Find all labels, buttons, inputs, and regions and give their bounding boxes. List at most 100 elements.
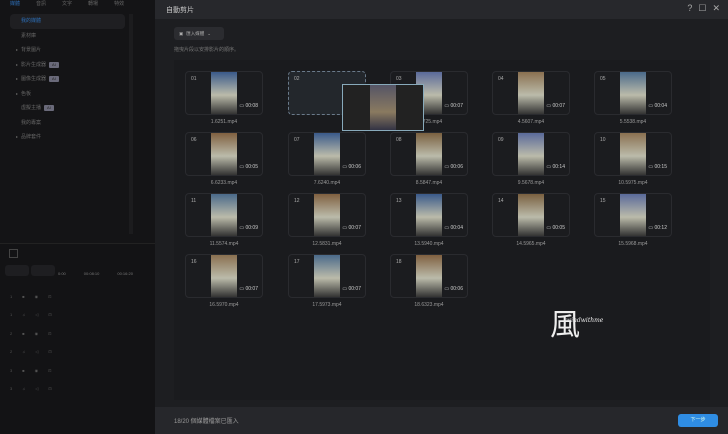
clip-number: 11 xyxy=(191,198,197,204)
track-number: 3 xyxy=(10,386,13,391)
clip-duration: ▭ 00:07 xyxy=(546,103,565,109)
close-icon[interactable]: ✕ xyxy=(712,3,720,14)
audio-track-icon: ♫ xyxy=(22,386,26,391)
sidebar-scrollbar[interactable] xyxy=(129,14,133,234)
dragged-clip[interactable] xyxy=(342,84,424,131)
clip-card[interactable]: 10 ▭ 00:15 xyxy=(594,132,672,176)
clip-card[interactable]: 08 ▭ 00:06 xyxy=(390,132,468,176)
track-header[interactable]: 2 ♫ ◁ ⊡ xyxy=(3,343,55,361)
clip-number: 04 xyxy=(498,76,504,82)
visibility-icon[interactable]: ◉ xyxy=(35,294,39,299)
clip-card[interactable]: 01 ▭ 00:08 xyxy=(185,71,263,115)
clip-card[interactable]: 11 ▭ 00:09 xyxy=(185,193,263,237)
clip-thumbnail xyxy=(314,194,340,236)
duration-text: 00:15 xyxy=(654,164,667,170)
sidebar-item[interactable]: 虛擬主播 AI xyxy=(5,101,125,116)
duration-text: 00:05 xyxy=(245,164,258,170)
visibility-icon[interactable]: ◉ xyxy=(35,331,39,336)
clip-filename: 10.5975.mp4 xyxy=(618,180,648,186)
clip-card[interactable]: 07 ▭ 00:06 xyxy=(288,132,366,176)
clip-card[interactable]: 04 ▭ 00:07 xyxy=(492,71,570,115)
clip-number: 06 xyxy=(191,137,197,143)
sidebar-item[interactable]: 素材庫 xyxy=(5,29,125,44)
tab[interactable]: 文字 xyxy=(62,0,72,10)
sidebar-item[interactable]: 我的專案 xyxy=(5,116,125,131)
sidebar-item[interactable]: ▸ 色板 xyxy=(5,87,125,102)
lock-icon[interactable]: ⊡ xyxy=(48,349,51,354)
sidebar-item[interactable]: ▸ 圖像生成器 AI xyxy=(5,72,125,87)
split-button[interactable] xyxy=(31,265,55,276)
lock-icon[interactable]: ⊡ xyxy=(48,331,51,336)
expand-arrow-icon: ▸ xyxy=(16,47,19,52)
track-header[interactable]: 3 ■ ◉ ⊡ xyxy=(3,361,55,379)
time-tick: 0:00 xyxy=(58,271,66,276)
import-status: 18/20 個媒體檔案已匯入 xyxy=(174,419,239,425)
sidebar-item[interactable]: ▸ 影片生成器 AI xyxy=(5,58,125,73)
visibility-icon[interactable]: ◉ xyxy=(35,368,39,373)
import-media-button[interactable]: ▣ 匯入媒體 ⌄ xyxy=(174,27,224,40)
track-header[interactable]: 1 ■ ◉ ⊡ xyxy=(3,287,55,305)
track-settings-button[interactable] xyxy=(5,265,29,276)
clip-card[interactable]: 12 ▭ 00:07 xyxy=(288,193,366,237)
clip-thumbnail xyxy=(620,194,646,236)
tab[interactable]: 特效 xyxy=(114,0,124,10)
media-tabs: 媒體 音訊 文字 轉場 特效 xyxy=(0,0,155,10)
next-button[interactable]: 下一步 xyxy=(678,414,718,427)
clip-card[interactable]: 16 ▭ 00:07 xyxy=(185,254,263,298)
tab[interactable]: 轉場 xyxy=(88,0,98,10)
duration-text: 00:07 xyxy=(450,103,463,109)
clip-filename: 14.5965.mp4 xyxy=(516,241,546,247)
clip-thumbnail xyxy=(211,72,237,114)
clip-filename: 4.5607.mp4 xyxy=(517,119,545,125)
clip-filename: 5.5538.mp4 xyxy=(619,119,647,125)
chevron-down-icon: ⌄ xyxy=(207,30,212,36)
track-header[interactable]: 1 ♫ ◁ ⊡ xyxy=(3,306,55,324)
mute-icon[interactable]: ◁ xyxy=(35,349,38,354)
help-icon[interactable]: ? xyxy=(687,3,692,14)
track-number: 1 xyxy=(10,293,13,299)
clip-card[interactable]: 05 ▭ 00:04 xyxy=(594,71,672,115)
track-header[interactable]: 3 ♫ ◁ ⊡ xyxy=(3,380,55,398)
maximize-icon[interactable]: ☐ xyxy=(698,3,706,14)
dialog-title: 自動剪片 xyxy=(166,6,194,14)
sidebar-item[interactable]: ▸ 背景圖片 xyxy=(5,43,125,58)
duration-text: 00:08 xyxy=(245,103,258,109)
sidebar-item-label: 我的專案 xyxy=(21,119,42,126)
track-header[interactable]: 2 ■ ◉ ⊡ xyxy=(3,324,55,342)
watermark-logo: 風 windwithme xyxy=(550,308,604,343)
lock-icon[interactable]: ⊡ xyxy=(48,294,51,299)
sidebar-item[interactable]: ▸ 品牌套件 xyxy=(5,130,125,145)
tab[interactable]: 媒體 xyxy=(10,0,20,10)
video-track-icon: ■ xyxy=(22,330,25,336)
clip-card[interactable]: 17 ▭ 00:07 xyxy=(288,254,366,298)
lock-icon[interactable]: ⊡ xyxy=(48,368,51,373)
clip-card[interactable]: 06 ▭ 00:05 xyxy=(185,132,263,176)
mute-icon[interactable]: ◁ xyxy=(35,312,38,317)
clip-thumbnail xyxy=(620,133,646,175)
clip-card[interactable]: 14 ▭ 00:05 xyxy=(492,193,570,237)
clip-filename: 6.6233.mp4 xyxy=(210,180,238,186)
lock-icon[interactable]: ⊡ xyxy=(48,386,51,391)
duration-text: 00:07 xyxy=(348,225,361,231)
lock-icon[interactable]: ⊡ xyxy=(48,312,51,317)
duration-text: 00:12 xyxy=(654,225,667,231)
clip-card[interactable]: 15 ▭ 00:12 xyxy=(594,193,672,237)
clip-card[interactable]: 13 ▭ 00:04 xyxy=(390,193,468,237)
clip-card[interactable]: 09 ▭ 00:14 xyxy=(492,132,570,176)
add-track-icon[interactable] xyxy=(9,249,18,258)
clip-duration: ▭ 00:06 xyxy=(444,164,463,170)
mute-icon[interactable]: ◁ xyxy=(35,386,38,391)
clip-filename: 8.5847.mp4 xyxy=(415,180,443,186)
clip-filename: 7.6240.mp4 xyxy=(313,180,341,186)
clip-duration: ▭ 00:07 xyxy=(444,103,463,109)
sidebar-item-label: 圖像生成器 xyxy=(21,76,47,82)
clip-thumbnail xyxy=(314,255,340,297)
clip-card[interactable]: 18 ▭ 00:06 xyxy=(390,254,468,298)
clip-filename: 18.6323.mp4 xyxy=(414,302,444,308)
clip-duration: ▭ 00:08 xyxy=(239,103,258,109)
expand-arrow-icon: ▸ xyxy=(16,90,19,96)
tab[interactable]: 音訊 xyxy=(36,0,46,10)
clip-duration: ▭ 00:09 xyxy=(239,225,258,231)
sidebar-item[interactable]: 我的媒體 xyxy=(10,14,125,29)
clip-thumbnail xyxy=(211,133,237,175)
